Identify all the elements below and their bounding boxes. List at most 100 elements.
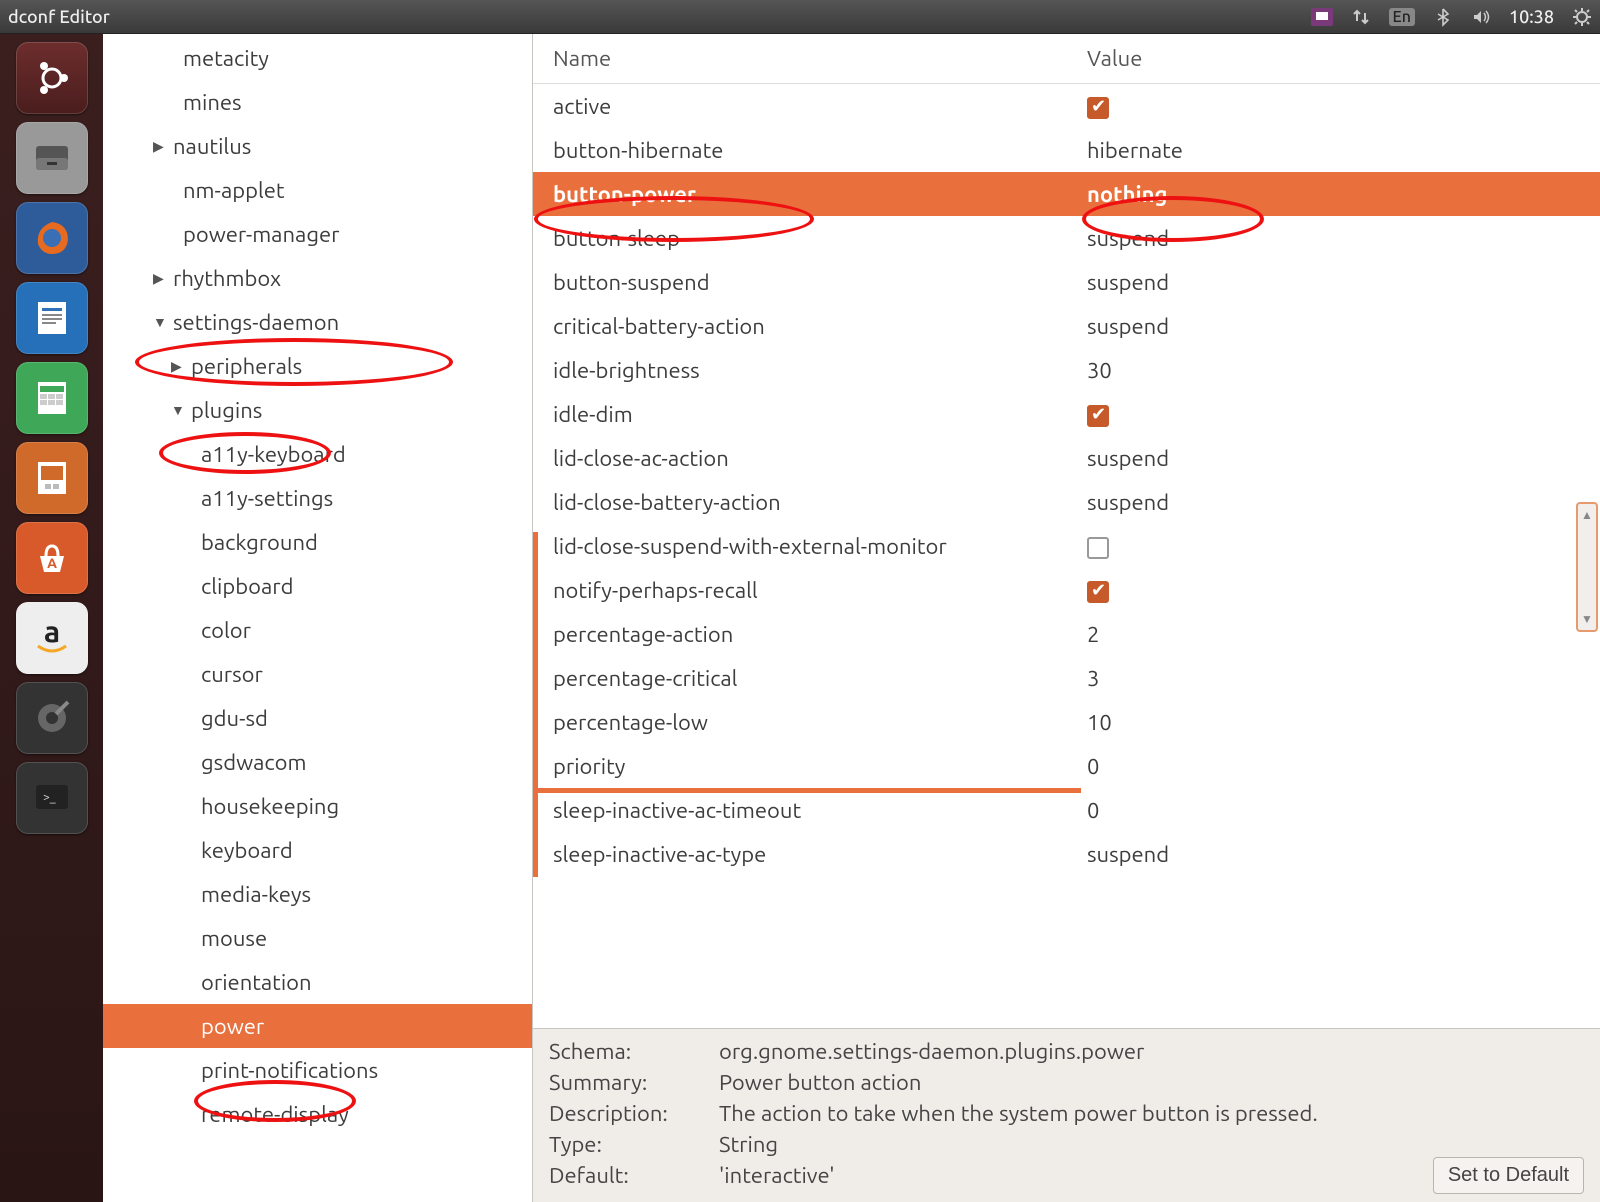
tree-item-settings-daemon[interactable]: ▼settings-daemon <box>103 300 532 344</box>
bluetooth-icon[interactable] <box>1433 7 1453 27</box>
key-row-button-power[interactable]: button-powernothing <box>533 172 1600 216</box>
column-value[interactable]: Value <box>1075 46 1600 71</box>
expand-arrow-icon[interactable]: ▶ <box>153 138 171 155</box>
key-value[interactable]: hibernate <box>1075 138 1600 163</box>
key-value[interactable]: 2 <box>1075 622 1600 647</box>
expand-arrow-icon[interactable]: ▼ <box>171 402 189 418</box>
scroll-down-icon[interactable]: ▼ <box>1581 612 1593 626</box>
key-value[interactable]: 10 <box>1075 710 1600 735</box>
key-value[interactable]: 3 <box>1075 666 1600 691</box>
key-row-percentage-critical[interactable]: percentage-critical3 <box>533 656 1600 700</box>
screen-share-icon[interactable] <box>1311 8 1333 26</box>
expand-arrow-icon[interactable]: ▶ <box>153 270 171 287</box>
keys-list[interactable]: activebutton-hibernatehibernatebutton-po… <box>533 84 1600 1028</box>
clock[interactable]: 10:38 <box>1509 7 1554 27</box>
launcher-amazon[interactable]: a <box>16 602 88 674</box>
tree-item-color[interactable]: color <box>103 608 532 652</box>
key-value[interactable] <box>1075 401 1600 426</box>
key-value[interactable] <box>1075 533 1600 558</box>
summary-value: Power button action <box>719 1070 1584 1095</box>
key-value[interactable]: suspend <box>1075 226 1600 251</box>
key-row-percentage-action[interactable]: percentage-action2 <box>533 612 1600 656</box>
key-name: button-sleep <box>533 226 1075 251</box>
tree-item-mines[interactable]: mines <box>103 80 532 124</box>
tree-item-media-keys[interactable]: media-keys <box>103 872 532 916</box>
tree-item-label: gdu-sd <box>201 706 268 731</box>
tree-item-rhythmbox[interactable]: ▶rhythmbox <box>103 256 532 300</box>
set-to-default-button[interactable]: Set to Default <box>1433 1157 1584 1194</box>
key-row-sleep-inactive-ac-timeout[interactable]: sleep-inactive-ac-timeout0 <box>533 788 1600 832</box>
input-language-indicator[interactable]: En <box>1389 8 1415 26</box>
tree-item-nautilus[interactable]: ▶nautilus <box>103 124 532 168</box>
network-icon[interactable] <box>1351 7 1371 27</box>
tree-item-a11y-settings[interactable]: a11y-settings <box>103 476 532 520</box>
tree-item-keyboard[interactable]: keyboard <box>103 828 532 872</box>
column-name[interactable]: Name <box>533 46 1075 71</box>
key-row-button-hibernate[interactable]: button-hibernatehibernate <box>533 128 1600 172</box>
key-row-critical-battery-action[interactable]: critical-battery-actionsuspend <box>533 304 1600 348</box>
launcher-settings[interactable] <box>16 682 88 754</box>
key-value[interactable]: nothing <box>1075 182 1600 207</box>
tree-item-background[interactable]: background <box>103 520 532 564</box>
key-value[interactable]: suspend <box>1075 314 1600 339</box>
tree-item-power[interactable]: power <box>103 1004 532 1048</box>
key-row-percentage-low[interactable]: percentage-low10 <box>533 700 1600 744</box>
key-value[interactable]: suspend <box>1075 490 1600 515</box>
launcher-dash[interactable] <box>16 42 88 114</box>
tree-item-power-manager[interactable]: power-manager <box>103 212 532 256</box>
vertical-scrollbar[interactable]: ▲ ▼ <box>1576 502 1598 632</box>
tree-item-cursor[interactable]: cursor <box>103 652 532 696</box>
tree-item-orientation[interactable]: orientation <box>103 960 532 1004</box>
key-row-active[interactable]: active <box>533 84 1600 128</box>
tree-item-mouse[interactable]: mouse <box>103 916 532 960</box>
key-value[interactable] <box>1075 577 1600 602</box>
launcher-writer[interactable] <box>16 282 88 354</box>
tree-item-gsdwacom[interactable]: gsdwacom <box>103 740 532 784</box>
tree-item-plugins[interactable]: ▼plugins <box>103 388 532 432</box>
checkbox[interactable] <box>1087 97 1109 119</box>
tree-item-remote-display[interactable]: remote-display <box>103 1092 532 1136</box>
checkbox[interactable] <box>1087 537 1109 559</box>
key-row-idle-dim[interactable]: idle-dim <box>533 392 1600 436</box>
key-row-idle-brightness[interactable]: idle-brightness30 <box>533 348 1600 392</box>
tree-item-housekeeping[interactable]: housekeeping <box>103 784 532 828</box>
checkbox[interactable] <box>1087 405 1109 427</box>
scroll-up-icon[interactable]: ▲ <box>1581 508 1593 522</box>
key-value[interactable]: 0 <box>1075 754 1600 779</box>
launcher-calc[interactable] <box>16 362 88 434</box>
tree-item-gdu-sd[interactable]: gdu-sd <box>103 696 532 740</box>
summary-label: Summary: <box>549 1070 719 1095</box>
key-row-notify-perhaps-recall[interactable]: notify-perhaps-recall <box>533 568 1600 612</box>
key-row-lid-close-battery-action[interactable]: lid-close-battery-actionsuspend <box>533 480 1600 524</box>
key-value[interactable] <box>1075 93 1600 118</box>
key-value[interactable]: 30 <box>1075 358 1600 383</box>
tree-item-metacity[interactable]: metacity <box>103 36 532 80</box>
key-row-lid-close-suspend-with-external-monitor[interactable]: lid-close-suspend-with-external-monitor <box>533 524 1600 568</box>
tree-item-nm-applet[interactable]: nm-applet <box>103 168 532 212</box>
key-value[interactable]: suspend <box>1075 446 1600 471</box>
launcher-firefox[interactable] <box>16 202 88 274</box>
key-value[interactable]: suspend <box>1075 842 1600 867</box>
launcher-impress[interactable] <box>16 442 88 514</box>
launcher-software-center[interactable]: A <box>16 522 88 594</box>
power-cog-icon[interactable] <box>1572 7 1592 27</box>
expand-arrow-icon[interactable]: ▼ <box>153 314 171 330</box>
key-row-button-suspend[interactable]: button-suspendsuspend <box>533 260 1600 304</box>
launcher-files[interactable] <box>16 122 88 194</box>
expand-arrow-icon[interactable]: ▶ <box>171 358 189 375</box>
key-row-priority[interactable]: priority0 <box>533 744 1600 788</box>
key-row-lid-close-ac-action[interactable]: lid-close-ac-actionsuspend <box>533 436 1600 480</box>
tree-item-print-notifications[interactable]: print-notifications <box>103 1048 532 1092</box>
schema-tree[interactable]: metacitymines▶nautilusnm-appletpower-man… <box>103 34 533 1202</box>
key-row-sleep-inactive-ac-type[interactable]: sleep-inactive-ac-typesuspend <box>533 832 1600 876</box>
key-value[interactable]: suspend <box>1075 270 1600 295</box>
key-row-button-sleep[interactable]: button-sleepsuspend <box>533 216 1600 260</box>
launcher-terminal[interactable]: >_ <box>16 762 88 834</box>
key-name: percentage-critical <box>533 666 1075 691</box>
tree-item-peripherals[interactable]: ▶peripherals <box>103 344 532 388</box>
volume-icon[interactable] <box>1471 7 1491 27</box>
tree-item-clipboard[interactable]: clipboard <box>103 564 532 608</box>
key-value[interactable]: 0 <box>1075 798 1600 823</box>
tree-item-a11y-keyboard[interactable]: a11y-keyboard <box>103 432 532 476</box>
checkbox[interactable] <box>1087 581 1109 603</box>
